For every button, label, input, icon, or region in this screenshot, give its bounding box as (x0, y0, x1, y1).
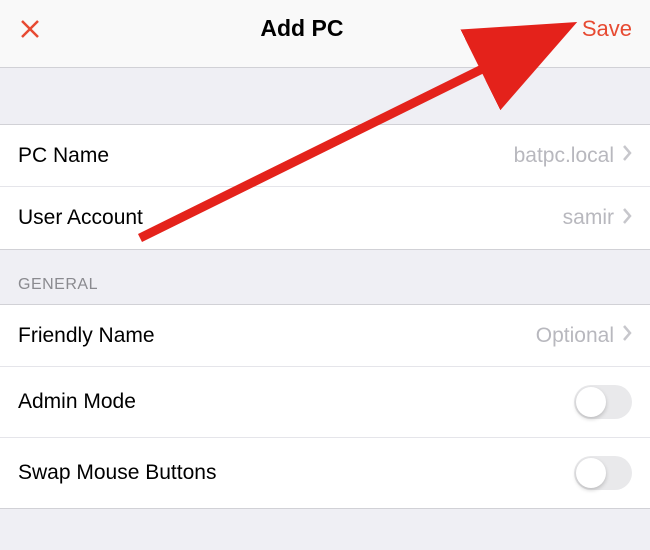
top-section: PC Name batpc.local User Account samir (0, 124, 650, 250)
chevron-right-icon (622, 207, 632, 230)
row-label: User Account (18, 206, 143, 230)
row-label: Admin Mode (18, 390, 136, 414)
toggle-knob (576, 387, 606, 417)
row-user-account[interactable]: User Account samir (0, 187, 650, 249)
row-label: Friendly Name (18, 324, 155, 348)
row-value-wrap: Optional (536, 324, 632, 348)
chevron-right-icon (622, 144, 632, 167)
row-value: samir (563, 206, 614, 230)
chevron-right-icon (622, 324, 632, 347)
section-spacer (0, 68, 650, 124)
row-value: batpc.local (514, 144, 614, 168)
row-label: Swap Mouse Buttons (18, 461, 216, 485)
row-value: Optional (536, 324, 614, 348)
row-friendly-name[interactable]: Friendly Name Optional (0, 305, 650, 367)
row-pc-name[interactable]: PC Name batpc.local (0, 125, 650, 187)
row-swap-mouse-buttons: Swap Mouse Buttons (0, 438, 650, 508)
row-label: PC Name (18, 144, 109, 168)
toggle-knob (576, 458, 606, 488)
section-header-general: GENERAL (0, 250, 650, 304)
row-value-wrap: batpc.local (514, 144, 632, 168)
general-section: Friendly Name Optional Admin Mode Swap M… (0, 304, 650, 509)
row-admin-mode: Admin Mode (0, 367, 650, 438)
save-button[interactable]: Save (582, 16, 632, 42)
row-value-wrap: samir (563, 206, 632, 230)
toggle-admin-mode[interactable] (574, 385, 632, 419)
page-title: Add PC (22, 15, 582, 42)
toggle-swap-mouse-buttons[interactable] (574, 456, 632, 490)
header-bar: Add PC Save (0, 0, 650, 68)
